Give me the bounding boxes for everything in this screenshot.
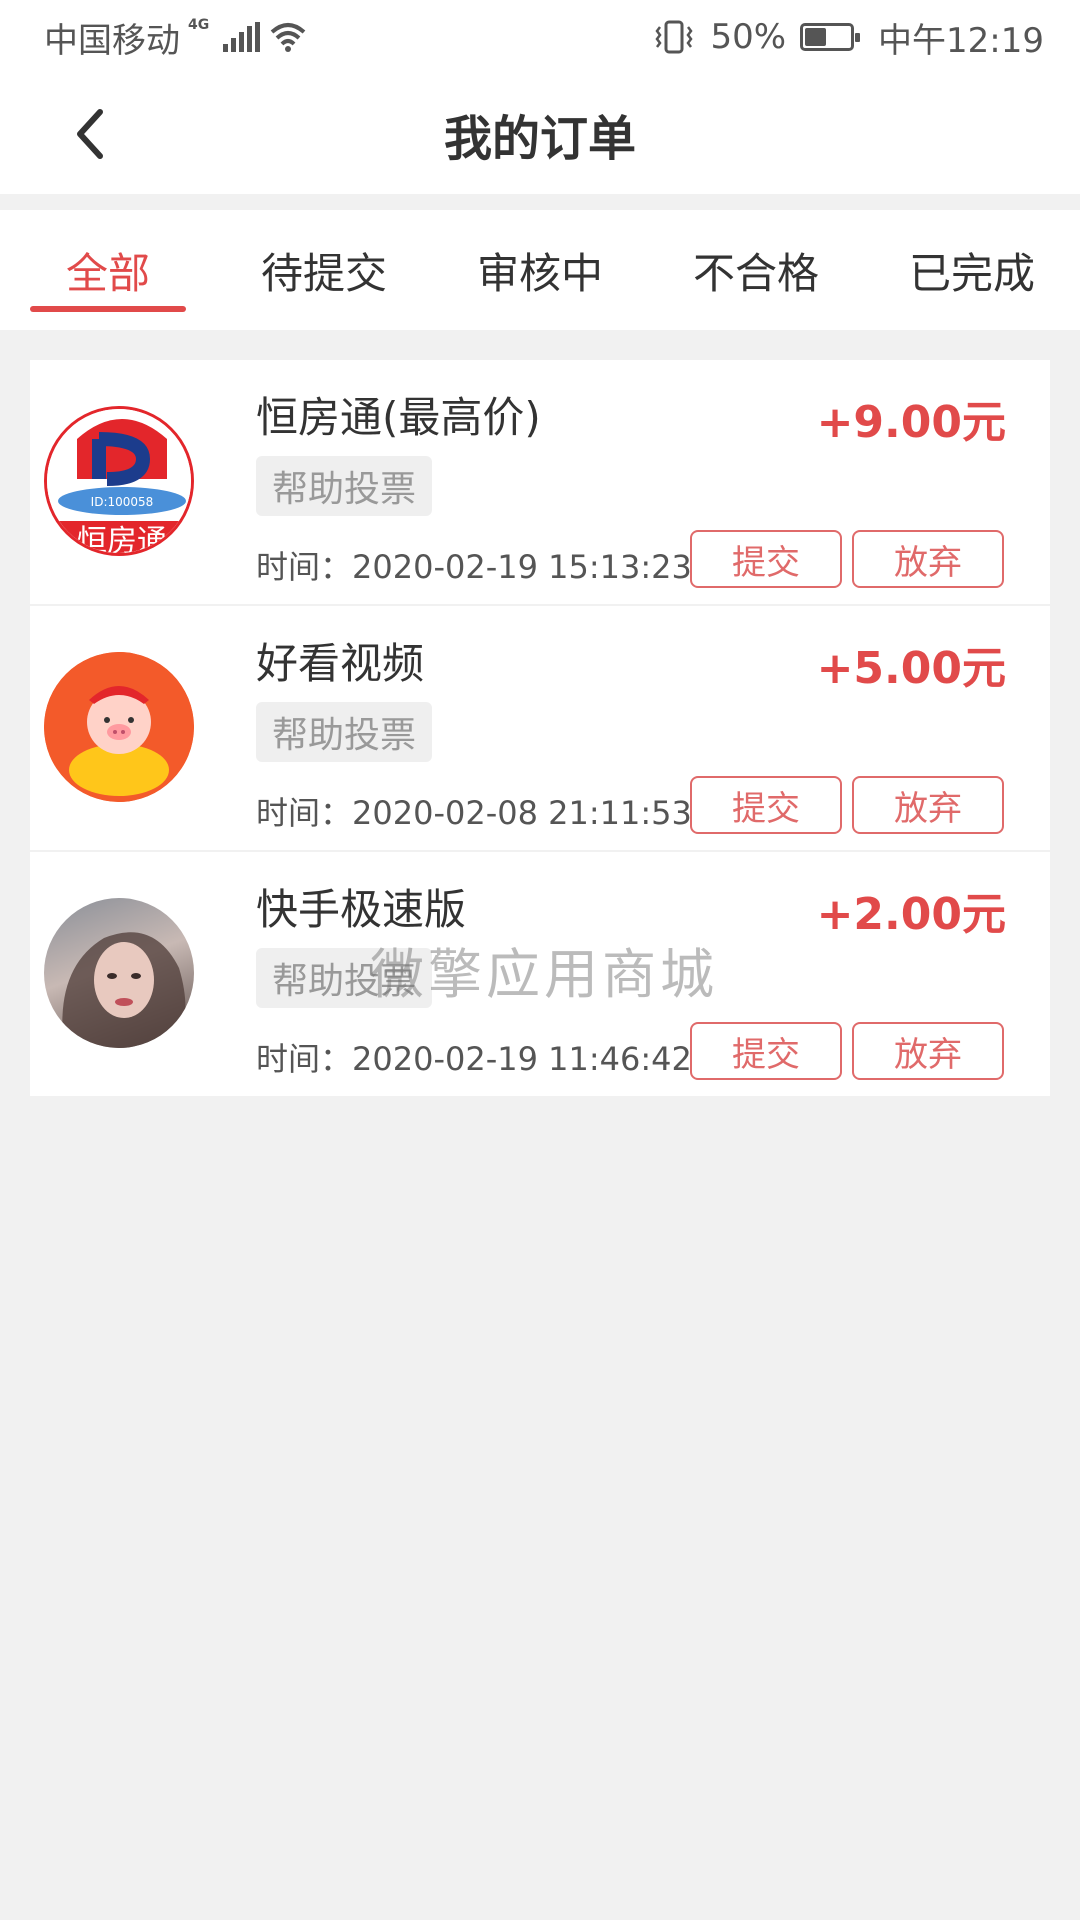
wifi-icon [270, 23, 306, 52]
order-time: 时间：2020-02-19 15:13:23 [256, 548, 692, 586]
carrier-label: 中国移动 [44, 20, 180, 61]
clock: 中午12:19 [878, 20, 1044, 61]
network-type: 4G [188, 16, 210, 33]
header: 我的订单 [0, 74, 1080, 194]
order-app-name: 恒房通(最高价) [256, 393, 541, 442]
order-amount: +5.00元 [816, 643, 1006, 694]
status-bar: 中国移动 4G 50% 中午12:19 [0, 0, 1080, 74]
tab-pending-submit[interactable]: 待提交 [216, 210, 432, 330]
submit-button[interactable]: 提交 [690, 530, 842, 588]
order-app-name: 好看视频 [256, 639, 425, 688]
submit-button[interactable]: 提交 [690, 776, 842, 834]
order-item[interactable]: 好看视频 +5.00元 帮助投票 时间：2020-02-08 21:11:53 … [30, 606, 1050, 850]
task-tag: 帮助投票 [256, 702, 433, 762]
abandon-button[interactable]: 放弃 [852, 1022, 1004, 1080]
order-time: 时间：2020-02-08 21:11:53 [256, 794, 692, 832]
abandon-button[interactable]: 放弃 [852, 776, 1004, 834]
battery-icon [800, 23, 861, 51]
tab-completed[interactable]: 已完成 [864, 210, 1080, 330]
order-amount: +2.00元 [816, 889, 1006, 940]
order-tabs: 全部 待提交 审核中 不合格 已完成 [0, 210, 1080, 330]
order-item[interactable]: 快手极速版 +2.00元 帮助投票 时间：2020-02-19 11:46:42… [30, 852, 1050, 1096]
avatar-brand-text: 恒房通 [77, 524, 167, 556]
order-list: ID:100058 恒房通 恒房通(最高价) +9.00元 帮助投票 时间：20… [30, 360, 1050, 1098]
pig-mascot-icon [44, 652, 194, 802]
order-time: 时间：2020-02-19 11:46:42 [256, 1040, 692, 1078]
tab-under-review[interactable]: 审核中 [432, 210, 648, 330]
order-app-name: 快手极速版 [256, 885, 467, 934]
order-item[interactable]: ID:100058 恒房通 恒房通(最高价) +9.00元 帮助投票 时间：20… [30, 360, 1050, 604]
chevron-left-icon [77, 109, 103, 159]
task-tag: 帮助投票 [256, 456, 433, 516]
tab-all[interactable]: 全部 [0, 210, 216, 330]
app-avatar: ID:100058 恒房通 [44, 406, 194, 556]
task-tag: 帮助投票 [256, 948, 433, 1008]
vibrate-icon [655, 20, 693, 54]
tab-unqualified[interactable]: 不合格 [648, 210, 864, 330]
battery-percent: 50% [710, 17, 787, 57]
signal-icon [223, 22, 261, 52]
app-avatar [44, 898, 194, 1048]
page-title: 我的订单 [443, 111, 636, 167]
app-avatar [44, 652, 194, 802]
avatar-id-text: ID:100058 [91, 495, 154, 509]
abandon-button[interactable]: 放弃 [852, 530, 1004, 588]
order-amount: +9.00元 [816, 397, 1006, 448]
portrait-photo-icon [62, 932, 186, 1048]
hengfangtong-logo-icon: ID:100058 恒房通 [47, 409, 191, 556]
back-button[interactable] [60, 104, 120, 164]
submit-button[interactable]: 提交 [690, 1022, 842, 1080]
